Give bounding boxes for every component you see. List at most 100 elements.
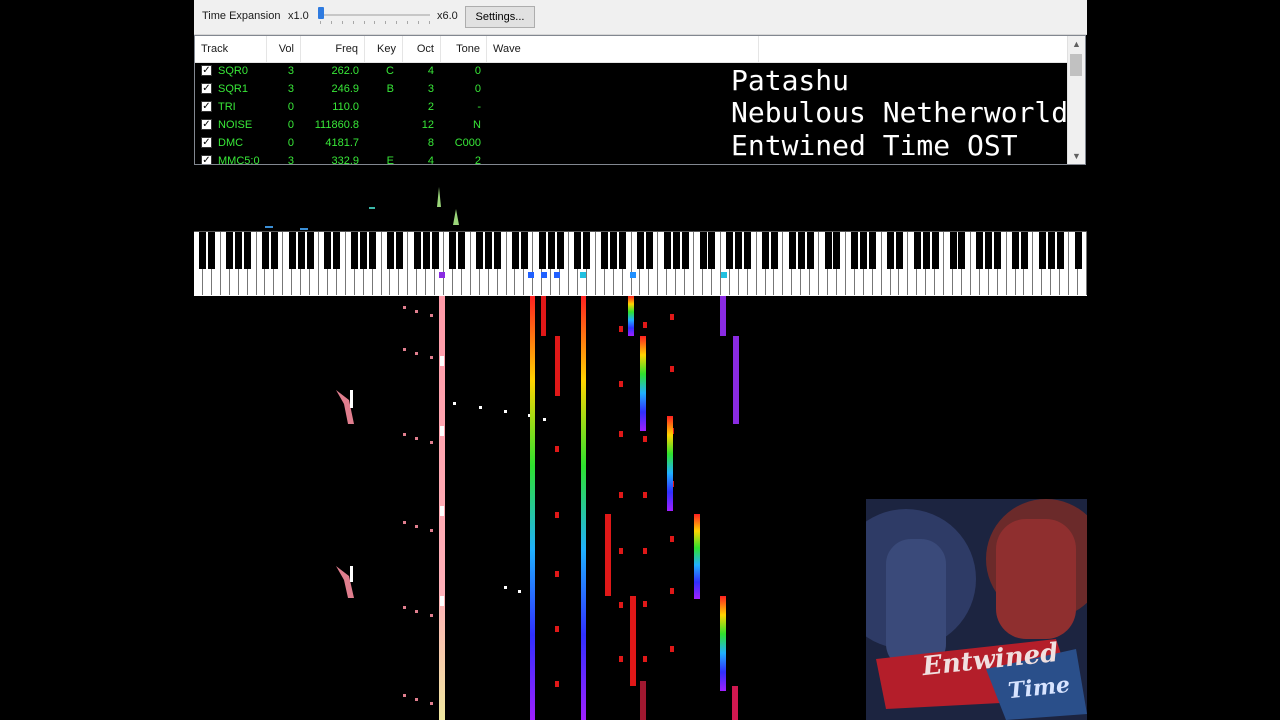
black-key[interactable]: [297, 232, 305, 269]
scroll-down-icon[interactable]: ▼: [1068, 148, 1085, 164]
black-key[interactable]: [949, 232, 957, 269]
black-key[interactable]: [797, 232, 805, 269]
black-key[interactable]: [520, 232, 528, 269]
black-key[interactable]: [860, 232, 868, 269]
track-checkbox[interactable]: ✓: [201, 137, 212, 148]
black-key[interactable]: [985, 232, 993, 269]
black-key[interactable]: [1056, 232, 1064, 269]
black-key[interactable]: [1047, 232, 1055, 269]
track-vol: 3: [287, 155, 294, 164]
slider-thumb[interactable]: [318, 7, 324, 19]
black-key[interactable]: [851, 232, 859, 269]
track-checkbox[interactable]: ✓: [201, 119, 212, 130]
black-key[interactable]: [288, 232, 296, 269]
black-key[interactable]: [922, 232, 930, 269]
black-key[interactable]: [351, 232, 359, 269]
black-key[interactable]: [762, 232, 770, 269]
black-key[interactable]: [431, 232, 439, 269]
header-track[interactable]: Track: [195, 36, 267, 62]
black-key[interactable]: [583, 232, 591, 269]
black-key[interactable]: [261, 232, 269, 269]
black-key[interactable]: [235, 232, 243, 269]
track-row[interactable]: ✓ NOISE 0 111860.8 12 N: [195, 116, 755, 134]
black-key[interactable]: [708, 232, 716, 269]
black-key[interactable]: [726, 232, 734, 269]
header-oct[interactable]: Oct: [403, 36, 441, 62]
black-key[interactable]: [931, 232, 939, 269]
track-row[interactable]: ✓ DMC 0 4181.7 8 C000: [195, 134, 755, 152]
black-key[interactable]: [645, 232, 653, 269]
black-key[interactable]: [270, 232, 278, 269]
track-panel-scrollbar[interactable]: ▲ ▼: [1067, 36, 1085, 164]
black-key[interactable]: [1074, 232, 1082, 269]
black-key[interactable]: [369, 232, 377, 269]
black-key[interactable]: [619, 232, 627, 269]
black-key[interactable]: [449, 232, 457, 269]
black-key[interactable]: [824, 232, 832, 269]
piano-keyboard[interactable]: [194, 231, 1087, 296]
black-key[interactable]: [511, 232, 519, 269]
black-key[interactable]: [386, 232, 394, 269]
black-key[interactable]: [895, 232, 903, 269]
black-key[interactable]: [699, 232, 707, 269]
black-key[interactable]: [1020, 232, 1028, 269]
black-key[interactable]: [413, 232, 421, 269]
black-key[interactable]: [244, 232, 252, 269]
black-key[interactable]: [395, 232, 403, 269]
black-key[interactable]: [199, 232, 207, 269]
track-checkbox[interactable]: ✓: [201, 65, 212, 76]
track-row[interactable]: ✓ MMC5:0 3 332.9 E 4 2: [195, 152, 755, 164]
time-expansion-slider[interactable]: [320, 14, 430, 16]
black-key[interactable]: [1038, 232, 1046, 269]
black-key[interactable]: [485, 232, 493, 269]
black-key[interactable]: [324, 232, 332, 269]
black-key[interactable]: [1012, 232, 1020, 269]
track-checkbox[interactable]: ✓: [201, 101, 212, 112]
black-key[interactable]: [788, 232, 796, 269]
black-key[interactable]: [735, 232, 743, 269]
black-key[interactable]: [976, 232, 984, 269]
black-key[interactable]: [887, 232, 895, 269]
black-key[interactable]: [806, 232, 814, 269]
black-key[interactable]: [422, 232, 430, 269]
scroll-thumb[interactable]: [1070, 54, 1082, 76]
song-title: Nebulous Netherworld: [731, 96, 1069, 129]
black-key[interactable]: [913, 232, 921, 269]
black-key[interactable]: [958, 232, 966, 269]
black-key[interactable]: [744, 232, 752, 269]
black-key[interactable]: [663, 232, 671, 269]
header-freq[interactable]: Freq: [301, 36, 365, 62]
header-key[interactable]: Key: [365, 36, 403, 62]
track-row[interactable]: ✓ TRI 0 110.0 2 -: [195, 98, 755, 116]
black-key[interactable]: [458, 232, 466, 269]
black-key[interactable]: [333, 232, 341, 269]
black-key[interactable]: [994, 232, 1002, 269]
black-key[interactable]: [601, 232, 609, 269]
track-row[interactable]: ✓ SQR0 3 262.0 C 4 0: [195, 62, 755, 80]
scroll-up-icon[interactable]: ▲: [1068, 36, 1085, 52]
black-key[interactable]: [226, 232, 234, 269]
black-key[interactable]: [833, 232, 841, 269]
header-wave[interactable]: Wave: [487, 36, 759, 62]
black-key[interactable]: [360, 232, 368, 269]
black-key[interactable]: [556, 232, 564, 269]
black-key[interactable]: [770, 232, 778, 269]
black-key[interactable]: [538, 232, 546, 269]
black-key[interactable]: [574, 232, 582, 269]
black-key[interactable]: [637, 232, 644, 269]
black-key[interactable]: [208, 232, 216, 269]
black-key[interactable]: [610, 232, 618, 269]
header-vol[interactable]: Vol: [267, 36, 301, 62]
header-tone[interactable]: Tone: [441, 36, 487, 62]
black-key[interactable]: [476, 232, 484, 269]
track-checkbox[interactable]: ✓: [201, 155, 212, 164]
black-key[interactable]: [306, 232, 314, 269]
track-checkbox[interactable]: ✓: [201, 83, 212, 94]
track-row[interactable]: ✓ SQR1 3 246.9 B 3 0: [195, 80, 755, 98]
black-key[interactable]: [672, 232, 680, 269]
black-key[interactable]: [547, 232, 555, 269]
black-key[interactable]: [681, 232, 689, 269]
settings-button[interactable]: Settings...: [465, 6, 535, 28]
black-key[interactable]: [869, 232, 877, 269]
black-key[interactable]: [494, 232, 502, 269]
